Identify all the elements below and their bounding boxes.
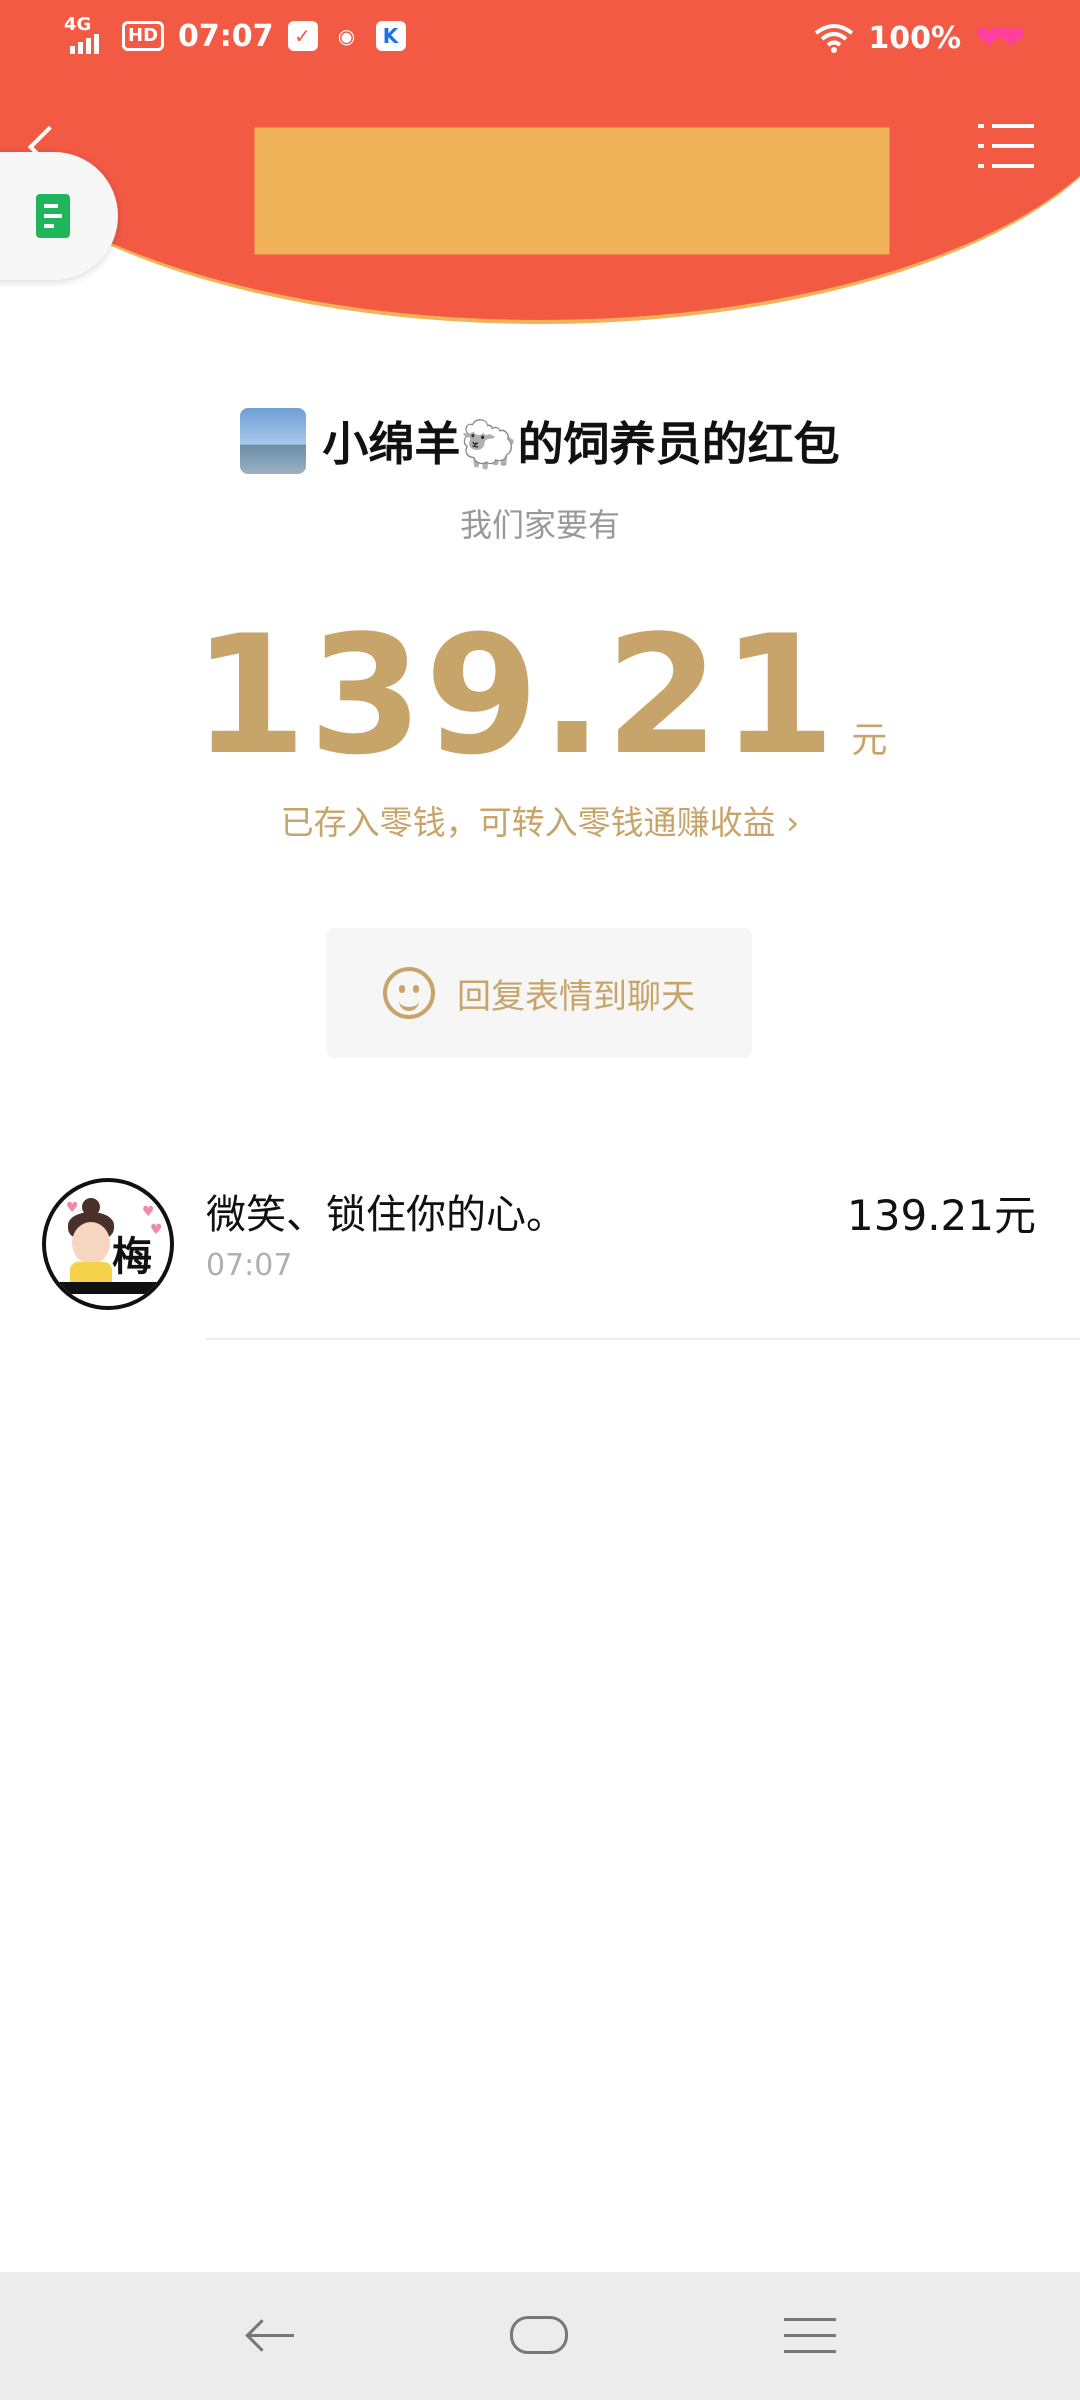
signal-icon: 4G	[64, 14, 108, 54]
chevron-right-icon: ›	[786, 803, 800, 842]
sender-name: 小绵羊🐑的饲养员的红包	[322, 417, 840, 471]
list-item[interactable]: ♥ ♥ ♥ 梅 微笑、锁住你的心。 07:07 139.21元	[0, 1170, 1080, 1340]
nav-back-button[interactable]	[244, 2316, 294, 2356]
reply-sticker-button[interactable]: 回复表情到聊天	[326, 928, 752, 1058]
smile-icon	[383, 967, 435, 1019]
menu-button[interactable]	[978, 124, 1034, 170]
status-bar: 4G HD 07:07 ✓ ◉ K 100% ❤❤	[0, 0, 1080, 84]
app-icon: K	[375, 21, 406, 51]
nav-home-button[interactable]	[510, 2316, 568, 2354]
qq-icon: ◉	[337, 24, 356, 48]
status-time: 07:07	[178, 18, 274, 54]
avatar[interactable]: ♥ ♥ ♥ 梅	[42, 1178, 174, 1310]
red-packet-message: 我们家要有	[459, 506, 620, 544]
system-nav-bar	[0, 2272, 1080, 2400]
nav-menu-button[interactable]	[784, 2318, 836, 2354]
reply-sticker-label: 回复表情到聊天	[457, 976, 695, 1017]
network-type: 4G	[64, 14, 92, 35]
record-name: 微笑、锁住你的心。	[206, 1192, 566, 1238]
status-bar-right: 100% ❤❤	[814, 18, 1026, 58]
battery-level: 100%	[868, 20, 962, 56]
avatar-character: 梅	[112, 1234, 152, 1280]
record-time: 07:07	[206, 1248, 293, 1283]
status-bar-left: 4G HD 07:07 ✓ ◉ K	[64, 14, 406, 54]
sender-avatar[interactable]	[240, 408, 307, 474]
hd-badge: HD	[122, 21, 165, 51]
document-icon	[36, 194, 70, 238]
divider	[206, 1338, 1080, 1340]
wallet-link-text: 已存入零钱，可转入零钱通赚收益	[280, 803, 776, 842]
check-icon: ✓	[287, 21, 318, 51]
amount-unit: 元	[851, 720, 888, 761]
list-menu-icon	[978, 124, 1034, 128]
record-amount: 139.21元	[847, 1191, 1036, 1240]
sender-row: 小绵羊🐑的饲养员的红包	[0, 408, 1080, 474]
red-packet-detail-screen: 4G HD 07:07 ✓ ◉ K 100% ❤❤ 小绵羊🐑的饲养员的红包 我们…	[0, 0, 1080, 2400]
amount-row: 139.21 元	[0, 600, 1080, 791]
hearts-icon: ❤❤	[975, 18, 1026, 58]
amount-value: 139.21	[192, 600, 838, 791]
floating-window-button[interactable]	[0, 152, 118, 280]
wifi-icon	[815, 24, 854, 53]
wallet-link[interactable]: 已存入零钱，可转入零钱通赚收益 ›	[0, 796, 1080, 844]
